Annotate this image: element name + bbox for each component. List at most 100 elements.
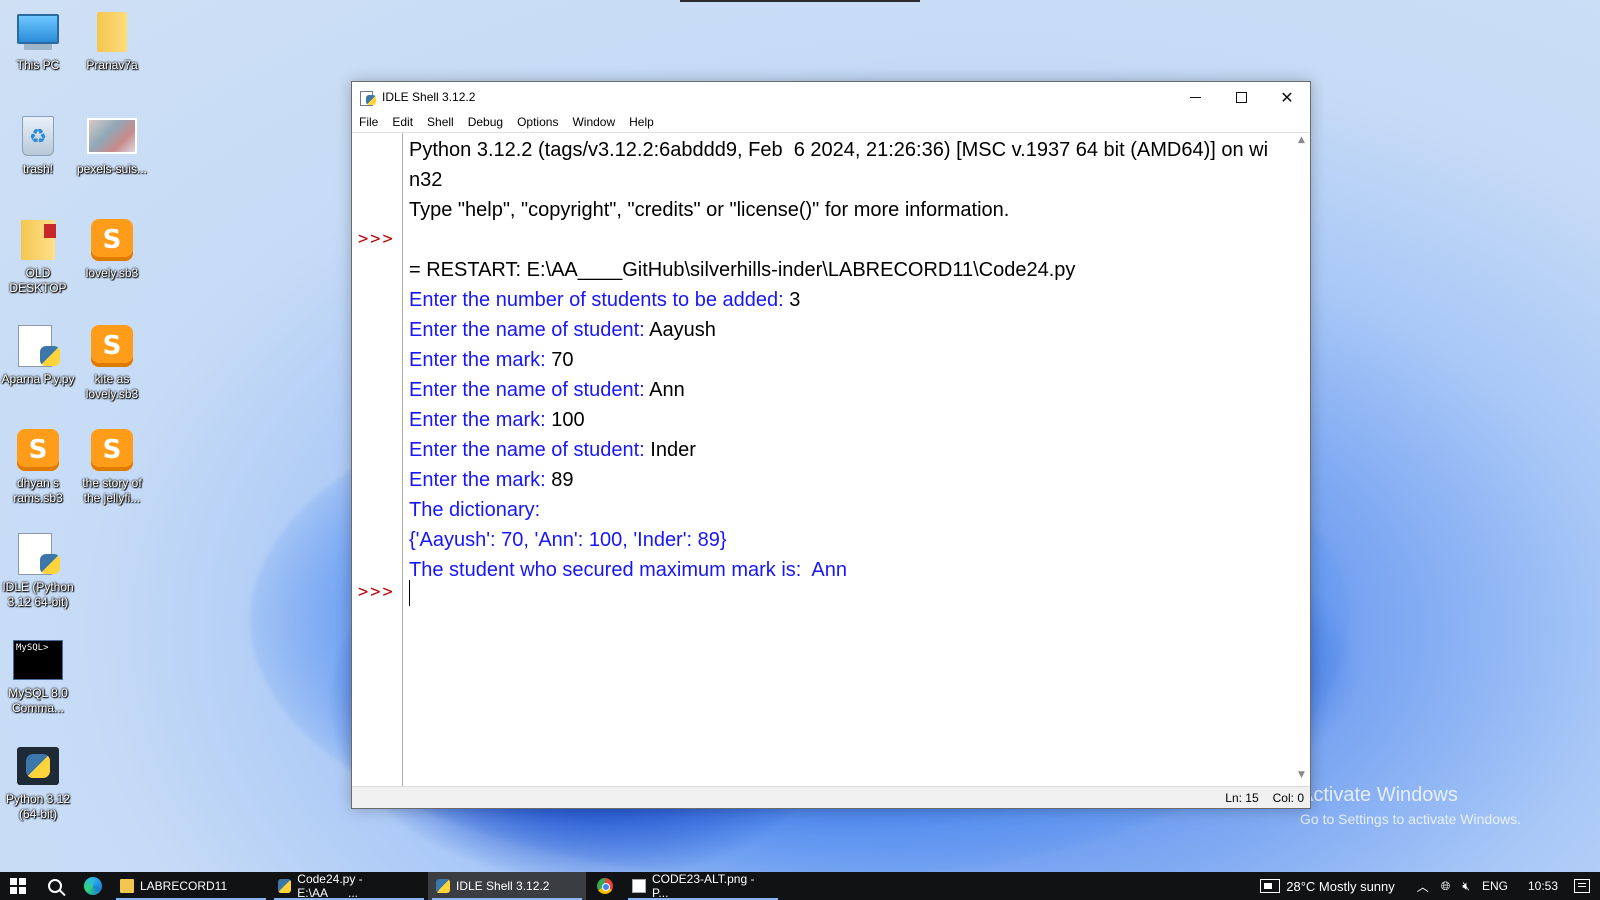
scratch-file-icon — [90, 218, 134, 262]
desktop-icon-label: This PC — [16, 58, 60, 72]
shell-prompt: >>> — [358, 229, 395, 249]
menu-window[interactable]: Window — [565, 115, 622, 129]
menu-options[interactable]: Options — [510, 115, 565, 129]
activate-title: Activate Windows — [1300, 784, 1458, 806]
input-text: 89 — [551, 469, 574, 491]
notification-icon[interactable] — [1574, 879, 1590, 893]
shell-line: Enter the mark: 70 — [409, 348, 574, 372]
chrome-icon — [597, 878, 613, 894]
python-file-icon — [16, 324, 60, 368]
desktop-icon-aparna-py[interactable]: Aparna P.y.py — [0, 324, 76, 387]
menu-file[interactable]: File — [352, 115, 385, 129]
chrome-button[interactable] — [586, 872, 624, 900]
desktop-icon-label: lovely.sb3 — [85, 266, 139, 280]
start-button[interactable] — [0, 872, 36, 900]
activate-windows-watermark: Activate Windows Go to Settings to activ… — [1300, 784, 1521, 827]
desktop-icon-lovely-sb3[interactable]: lovely.sb3 — [74, 218, 150, 281]
output-text: Enter the mark: — [409, 469, 552, 491]
maximize-button[interactable] — [1218, 82, 1264, 112]
monitor-icon — [16, 10, 60, 54]
shell-text-area[interactable]: Python 3.12.2 (tags/v3.12.2:6abddd9, Feb… — [404, 133, 1292, 786]
scroll-down-icon[interactable]: ▼ — [1293, 770, 1310, 784]
folder-icon — [120, 879, 134, 893]
output-text: Enter the mark: — [409, 349, 552, 371]
menu-debug[interactable]: Debug — [461, 115, 510, 129]
folder-icon — [16, 218, 60, 262]
desktop-icon-label: OLD DESKTOP — [9, 266, 67, 295]
shell-line: Enter the name of student: Inder — [409, 438, 696, 462]
column-number: Col: 0 — [1272, 790, 1304, 805]
close-button[interactable]: ✕ — [1264, 82, 1310, 112]
desktop-icon-pranav7a[interactable]: Pranav7a — [74, 10, 150, 73]
menu-help[interactable]: Help — [622, 115, 661, 129]
search-icon — [48, 879, 62, 893]
language-indicator[interactable]: ENG — [1476, 879, 1514, 893]
desktop-icon-dhyan-sb3[interactable]: dhyan s rams.sb3 — [0, 428, 76, 506]
desktop-icon-this-pc[interactable]: This PC — [0, 10, 76, 73]
vertical-scrollbar[interactable]: ▲ ▼ — [1293, 133, 1310, 786]
shell-line: Enter the number of students to be added… — [409, 288, 800, 312]
shell-line: {'Aayush': 70, 'Ann': 100, 'Inder': 89} — [409, 529, 727, 551]
edge-button[interactable] — [74, 872, 112, 900]
desktop-icon-idle[interactable]: IDLE (Python 3.12 64-bit) — [0, 532, 76, 610]
network-button[interactable]: 🌐︎ — [1435, 879, 1457, 894]
scratch-file-icon — [90, 428, 134, 472]
scroll-up-icon[interactable]: ▲ — [1293, 135, 1310, 149]
desktop-icon-kite-sb3[interactable]: kite as lovely.sb3 — [74, 324, 150, 402]
recycle-bin-icon — [16, 114, 60, 158]
scratch-file-icon — [90, 324, 134, 368]
desktop-icon-label: the story of the jellyfi... — [82, 476, 142, 505]
python-idle-icon — [16, 532, 60, 576]
image-file-icon — [87, 114, 137, 158]
input-text: 3 — [789, 289, 801, 311]
desktop-icon-pexels[interactable]: pexels-suis... — [74, 114, 150, 177]
idle-shell-window[interactable]: IDLE Shell 3.12.2 ✕ File Edit Shell Debu… — [351, 81, 1311, 809]
maximize-icon — [1235, 91, 1247, 103]
search-button[interactable] — [36, 872, 74, 900]
desktop-icon-label: kite as lovely.sb3 — [85, 372, 139, 401]
output-text: Enter the mark: — [409, 409, 552, 431]
input-text: Ann — [649, 379, 685, 401]
desktop-icon-label: dhyan s rams.sb3 — [13, 476, 63, 505]
menu-edit[interactable]: Edit — [385, 115, 420, 129]
output-text: Enter the name of student: — [409, 379, 650, 401]
desktop-icon-jellyfish-sb3[interactable]: the story of the jellyfi... — [74, 428, 150, 506]
weather-text: 28°C Mostly sunny — [1286, 878, 1395, 894]
desktop-icon-trash[interactable]: trash! — [0, 114, 76, 177]
menubar: File Edit Shell Debug Options Window Hel… — [352, 112, 1310, 132]
restart-line: = RESTART: E:\AA____GitHub\silverhills-i… — [409, 259, 1076, 281]
shell-line: Enter the mark: 100 — [409, 408, 585, 432]
line-number: Ln: 15 — [1225, 790, 1259, 805]
taskbar-item-idle-shell[interactable]: IDLE Shell 3.12.2 — [428, 872, 586, 900]
taskbar-item-code24[interactable]: Code24.py - E:\AA___... — [270, 872, 428, 900]
system-tray: 28°C Mostly sunny ︿ 🌐︎ 🔇︎ ENG 10:53 — [1254, 872, 1600, 900]
clock[interactable]: 10:53 — [1522, 879, 1564, 893]
taskbar-item-code23-png[interactable]: CODE23-ALT.png - P... — [624, 872, 782, 900]
activate-subtitle: Go to Settings to activate Windows. — [1300, 811, 1521, 827]
taskbar-item-labrecord11[interactable]: LABRECORD11 — [112, 872, 270, 900]
weather-widget[interactable]: 28°C Mostly sunny — [1254, 879, 1401, 894]
shell-prompt: >>> — [358, 582, 395, 602]
window-titlebar[interactable]: IDLE Shell 3.12.2 ✕ — [352, 82, 1310, 112]
desktop-icon-old-desktop[interactable]: OLD DESKTOP — [0, 218, 76, 296]
shell-line: The dictionary: — [409, 499, 541, 521]
minimize-button[interactable] — [1172, 82, 1218, 112]
prompt-gutter: >>> >>> — [352, 133, 403, 786]
desktop-icon-label: pexels-suis... — [76, 162, 148, 176]
volume-button[interactable]: 🔇︎ — [1456, 879, 1476, 894]
shell-line: Enter the mark: 89 — [409, 468, 574, 492]
shell-line: Enter the name of student: Aayush — [409, 318, 716, 342]
menu-shell[interactable]: Shell — [420, 115, 461, 129]
desktop-icon-mysql[interactable]: MySQL 8.0 Comma... — [0, 638, 76, 716]
windows-logo-icon — [10, 878, 26, 894]
python-file-icon — [278, 879, 292, 893]
output-text: Enter the name of student: — [409, 319, 650, 341]
close-icon: ✕ — [1280, 87, 1294, 107]
python-idle-icon — [436, 879, 450, 893]
window-controls: ✕ — [1172, 82, 1310, 112]
input-text: 100 — [551, 409, 585, 431]
minimize-icon — [1189, 96, 1201, 98]
desktop-icon-python[interactable]: Python 3.12 (64-bit) — [0, 744, 76, 822]
output-text: Enter the number of students to be added… — [409, 289, 790, 311]
tray-overflow-button[interactable]: ︿ — [1411, 878, 1435, 895]
